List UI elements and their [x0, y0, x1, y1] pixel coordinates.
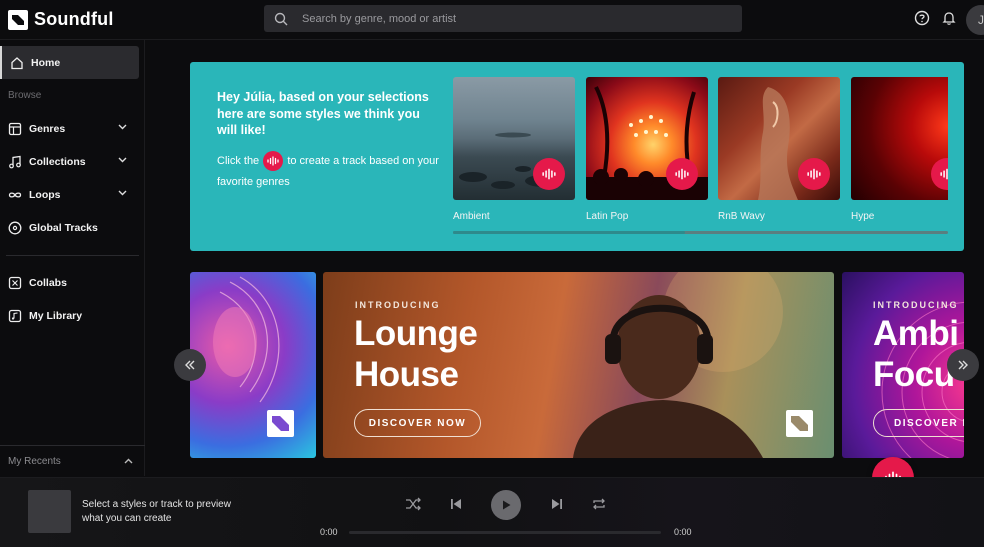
style-label: Ambient — [453, 211, 490, 222]
my-recents-label: My Recents — [8, 455, 61, 467]
collabs-icon — [8, 276, 22, 289]
carousel-prev-button[interactable] — [174, 349, 206, 381]
sidebar-item-label: Collabs — [29, 276, 67, 289]
create-track-button[interactable] — [931, 158, 948, 190]
scrollbar-thumb[interactable] — [453, 231, 685, 234]
sidebar-item-genres[interactable]: Genres — [0, 112, 139, 145]
style-image-latin-pop — [586, 77, 708, 200]
chevron-down-icon — [118, 190, 127, 196]
top-bar: Soundful J — [0, 0, 984, 40]
banner-title-line2: House — [354, 355, 459, 394]
chevrons-right-icon — [958, 360, 968, 370]
style-tile-ambient[interactable]: Ambient — [453, 77, 575, 222]
style-image-hype — [851, 77, 948, 200]
discover-now-button[interactable]: DISCOVER NO — [873, 409, 964, 437]
player-hint: Select a styles or track to preview what… — [82, 499, 231, 524]
chevrons-left-icon — [185, 360, 195, 370]
play-icon — [503, 500, 511, 510]
banner-lounge-house[interactable]: INTRODUCING Lounge House DISCOVER NOW — [323, 272, 834, 458]
skip-next-icon[interactable] — [549, 496, 565, 512]
player-bar: Select a styles or track to preview what… — [0, 477, 984, 547]
soundful-logo-icon — [8, 9, 28, 30]
banner-title-line2: Focu — [873, 355, 955, 394]
style-label: Hype — [851, 211, 875, 222]
create-track-button[interactable] — [666, 158, 698, 190]
sidebar-item-label: My Library — [29, 309, 83, 322]
recommendations-scrollbar[interactable] — [453, 231, 948, 234]
search-bar[interactable] — [264, 5, 742, 32]
search-icon — [274, 12, 288, 25]
sidebar-divider — [6, 255, 139, 256]
sidebar-item-collections[interactable]: Collections — [0, 145, 139, 178]
banner-title-line1: Lounge — [354, 314, 478, 353]
chevron-up-icon — [124, 458, 133, 464]
sidebar-item-my-library[interactable]: My Library — [0, 299, 139, 332]
style-image-rnb-wavy — [718, 77, 840, 200]
style-image-ambient — [453, 77, 575, 200]
chevron-down-icon — [118, 124, 127, 130]
app-name: Soundful — [34, 9, 114, 29]
subtitle-before: Click the — [217, 155, 260, 167]
banner-previous[interactable] — [190, 272, 316, 458]
home-icon — [11, 56, 23, 69]
bell-icon[interactable] — [941, 10, 957, 26]
play-button[interactable] — [491, 490, 521, 520]
sidebar-item-home[interactable]: Home — [0, 46, 139, 79]
carousel-next-button[interactable] — [947, 349, 979, 381]
track-thumbnail — [28, 490, 71, 533]
soundful-s-icon — [786, 410, 813, 437]
banner-overline: INTRODUCING — [355, 300, 441, 310]
banner-overline: INTRODUCING — [873, 300, 959, 310]
recommendations-subtitle: Click the to create a track based on you… — [217, 151, 447, 193]
recommendations-title: Hey Júlia, based on your selections here… — [217, 90, 429, 137]
create-track-button[interactable] — [798, 158, 830, 190]
browse-section-label: Browse — [8, 90, 42, 101]
sidebar-item-label: Collections — [29, 155, 86, 168]
sidebar-item-global-tracks[interactable]: Global Tracks — [0, 211, 139, 244]
sidebar: Home Browse Genres Collections Loops Glo… — [0, 40, 145, 476]
infinity-icon — [8, 191, 22, 198]
soundful-logo[interactable]: Soundful — [8, 9, 114, 30]
style-tile-latin-pop[interactable]: Latin Pop — [586, 77, 708, 222]
help-icon[interactable] — [914, 10, 930, 26]
progress-bar[interactable] — [349, 531, 661, 534]
sidebar-item-loops[interactable]: Loops — [0, 178, 139, 211]
skip-previous-icon[interactable] — [448, 496, 464, 512]
style-tile-rnb-wavy[interactable]: RnB Wavy — [718, 77, 840, 222]
sidebar-item-label: Loops — [29, 188, 61, 201]
discover-now-button[interactable]: DISCOVER NOW — [354, 409, 481, 437]
sidebar-item-label: Home — [31, 56, 61, 69]
time-current: 0:00 — [320, 527, 338, 537]
style-label: RnB Wavy — [718, 211, 765, 222]
sidebar-item-collabs[interactable]: Collabs — [0, 266, 139, 299]
search-input[interactable] — [302, 12, 702, 25]
create-track-inline-icon — [263, 151, 284, 172]
create-track-button[interactable] — [533, 158, 565, 190]
sidebar-item-label: Global Tracks — [29, 221, 98, 234]
repeat-icon[interactable] — [591, 496, 607, 512]
avatar-initial: J — [978, 13, 984, 27]
disc-icon — [8, 221, 22, 234]
shuffle-icon[interactable] — [405, 496, 421, 512]
grid-icon — [8, 122, 22, 135]
time-total: 0:00 — [674, 527, 692, 537]
style-label: Latin Pop — [586, 211, 629, 222]
recommendations-card: Hey Júlia, based on your selections here… — [190, 62, 964, 251]
avatar[interactable]: J — [966, 5, 984, 35]
soundful-s-icon — [267, 410, 294, 437]
chevron-down-icon — [118, 157, 127, 163]
banner-ambient-focus[interactable]: INTRODUCING Ambi Focu DISCOVER NO — [842, 272, 964, 458]
library-icon — [8, 309, 22, 322]
music-note-icon — [9, 155, 21, 168]
banner-title-line1: Ambi — [873, 314, 959, 353]
sidebar-item-label: Genres — [29, 122, 66, 135]
style-tile-hype[interactable]: Hype — [851, 77, 948, 222]
my-recents-toggle[interactable]: My Recents — [0, 445, 145, 476]
